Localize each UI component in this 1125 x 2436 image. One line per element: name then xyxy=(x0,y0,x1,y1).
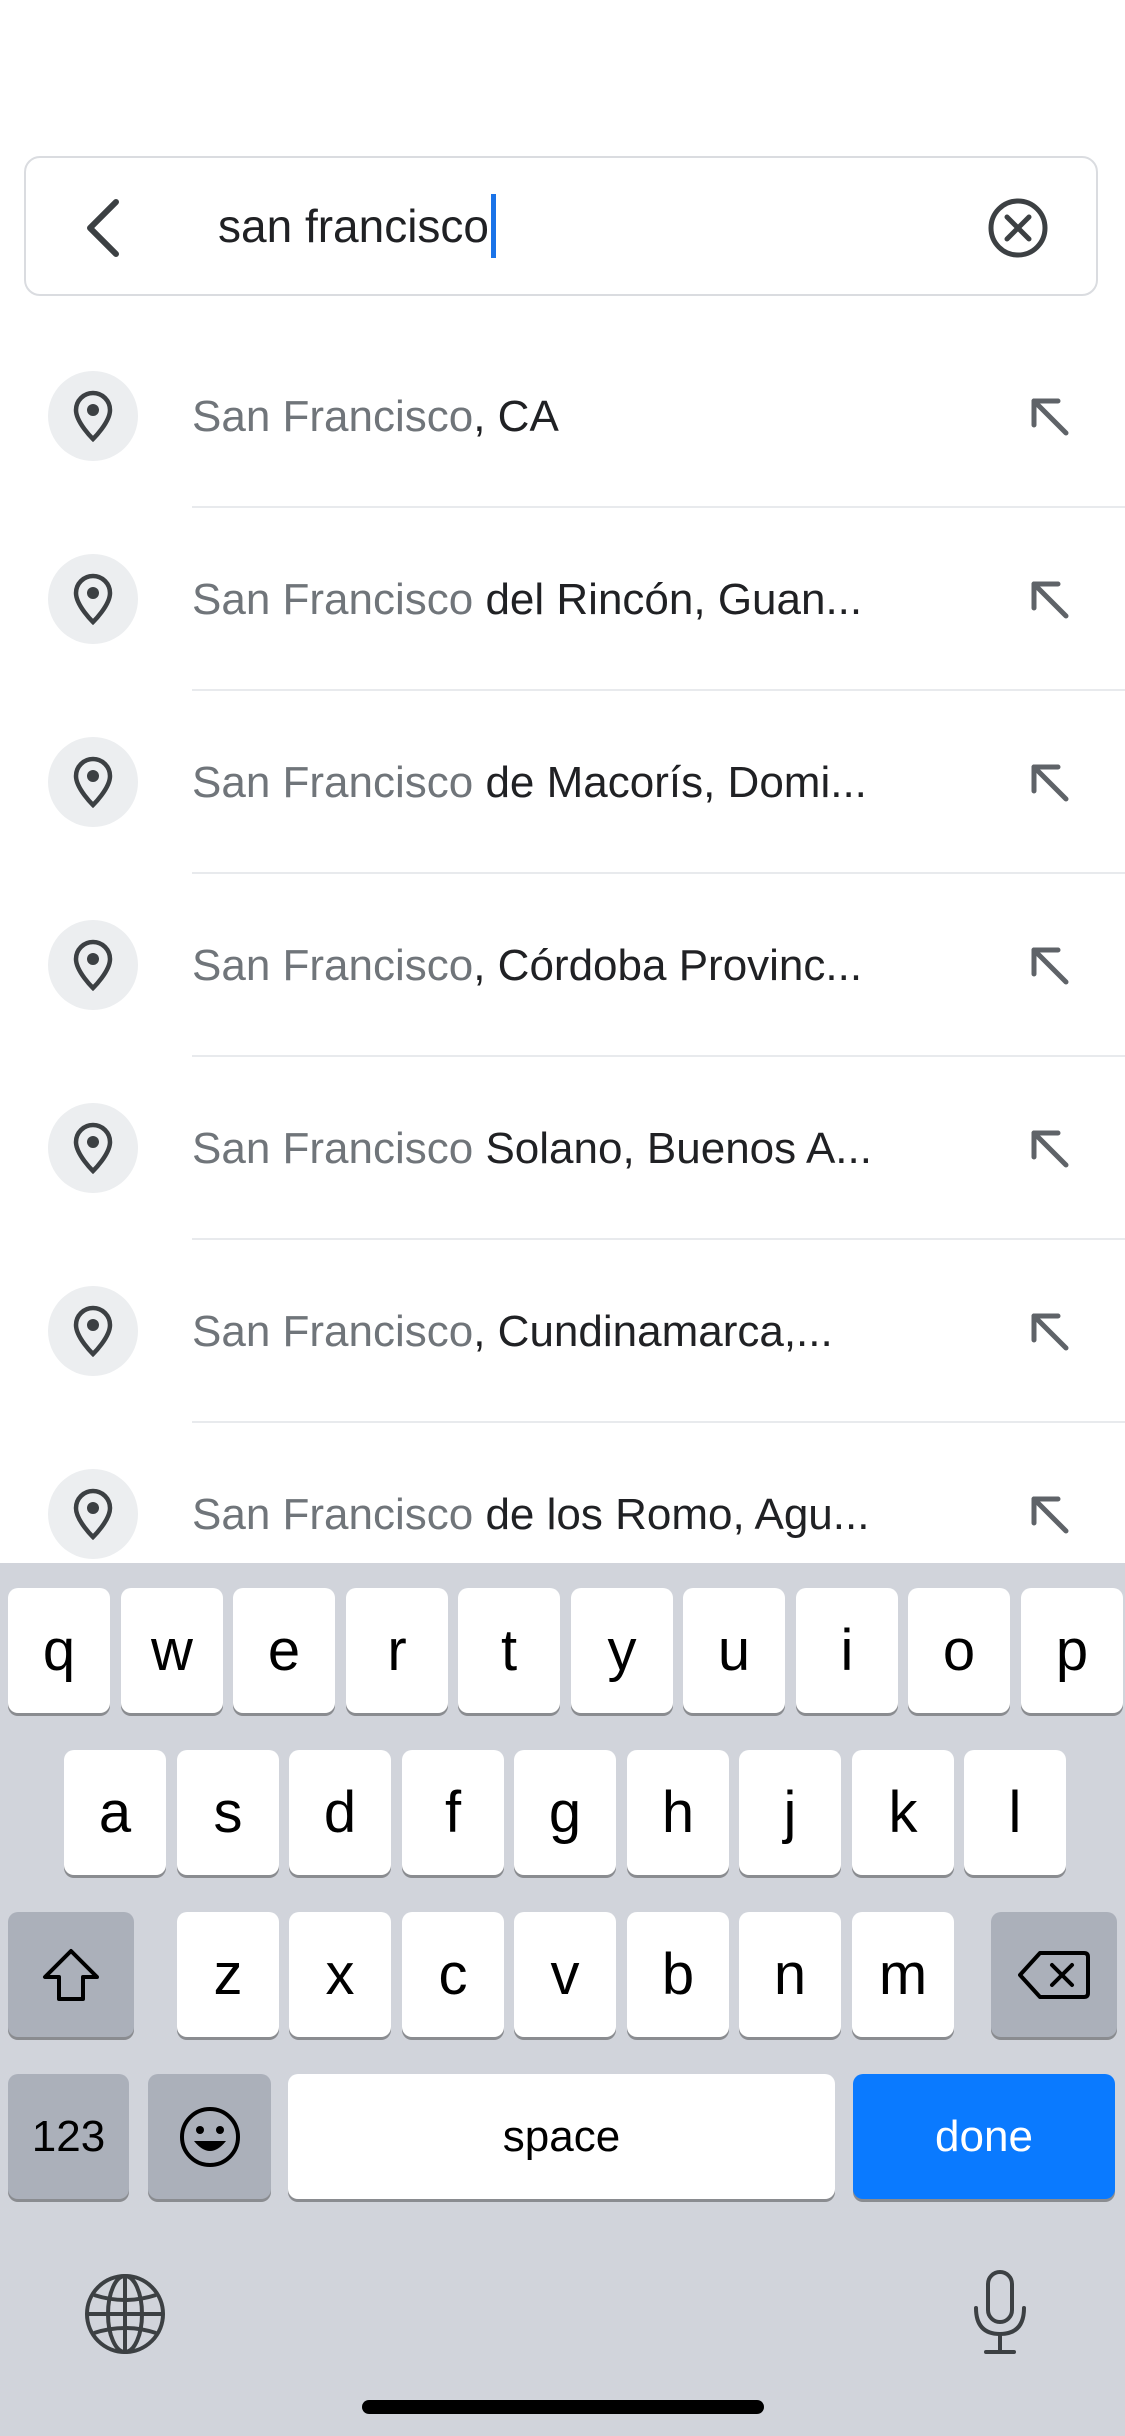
key-o[interactable]: o xyxy=(908,1588,1010,1713)
numbers-key[interactable]: 123 xyxy=(8,2074,129,2199)
fill-query-button[interactable] xyxy=(1020,753,1080,813)
key-k[interactable]: k xyxy=(852,1750,954,1875)
clear-search-button[interactable] xyxy=(986,196,1050,260)
delete-key[interactable] xyxy=(991,1912,1117,2037)
arrow-up-left-icon xyxy=(1031,1313,1069,1351)
location-pin-icon xyxy=(48,371,138,461)
location-pin-icon xyxy=(48,737,138,827)
suggestion-text: San Francisco, CA xyxy=(192,392,559,441)
key-w[interactable]: w xyxy=(121,1588,223,1713)
suggestion-text: San Francisco de Macorís, Domi... xyxy=(192,758,867,807)
key-h[interactable]: h xyxy=(627,1750,729,1875)
suggestion-text: San Francisco de los Romo, Agu... xyxy=(192,1490,870,1539)
clear-circle-icon xyxy=(988,198,1048,258)
arrow-up-left-icon xyxy=(1031,398,1069,436)
shift-key[interactable] xyxy=(8,1912,134,2037)
suggestion-item[interactable]: San Francisco de Macorís, Domi... xyxy=(0,691,1125,874)
key-t[interactable]: t xyxy=(458,1588,560,1713)
fill-query-button[interactable] xyxy=(1020,936,1080,996)
keyboard: q w e r t y u i o p a s d f g h j k l z … xyxy=(0,1563,1125,2436)
globe-button[interactable] xyxy=(80,2269,170,2359)
suggestion-item[interactable]: San Francisco del Rincón, Guan... xyxy=(0,508,1125,691)
suggestion-list: San Francisco, CA San Francisco del Rinc… xyxy=(0,325,1125,1565)
key-n[interactable]: n xyxy=(739,1912,841,2037)
key-q[interactable]: q xyxy=(8,1588,110,1713)
key-i[interactable]: i xyxy=(796,1588,898,1713)
key-v[interactable]: v xyxy=(514,1912,616,2037)
shift-icon xyxy=(43,1948,99,2001)
backspace-icon xyxy=(1018,1950,1090,1999)
fill-query-button[interactable] xyxy=(1020,1119,1080,1179)
space-key[interactable]: space xyxy=(288,2074,835,2199)
key-j[interactable]: j xyxy=(739,1750,841,1875)
arrow-up-left-icon xyxy=(1031,581,1069,619)
fill-query-button[interactable] xyxy=(1020,387,1080,447)
text-caret xyxy=(491,194,497,258)
emoji-key[interactable] xyxy=(148,2074,271,2199)
suggestion-text: San Francisco, Córdoba Provinc... xyxy=(192,941,863,990)
arrow-up-left-icon xyxy=(1031,764,1069,802)
emoji-icon xyxy=(179,2106,240,2167)
key-g[interactable]: g xyxy=(514,1750,616,1875)
suggestion-item[interactable]: San Francisco, Cundinamarca,... xyxy=(0,1240,1125,1423)
location-pin-icon xyxy=(48,920,138,1010)
key-y[interactable]: y xyxy=(571,1588,673,1713)
key-x[interactable]: x xyxy=(289,1912,391,2037)
arrow-up-left-icon xyxy=(1031,1130,1069,1168)
fill-query-button[interactable] xyxy=(1020,570,1080,630)
key-u[interactable]: u xyxy=(683,1588,785,1713)
key-s[interactable]: s xyxy=(177,1750,279,1875)
key-d[interactable]: d xyxy=(289,1750,391,1875)
key-b[interactable]: b xyxy=(627,1912,729,2037)
suggestion-item[interactable]: San Francisco, CA xyxy=(0,325,1125,508)
arrow-up-left-icon xyxy=(1031,947,1069,985)
key-m[interactable]: m xyxy=(852,1912,954,2037)
dictation-button[interactable] xyxy=(955,2263,1045,2363)
location-pin-icon xyxy=(48,1286,138,1376)
key-e[interactable]: e xyxy=(233,1588,335,1713)
suggestion-item[interactable]: San Francisco de los Romo, Agu... xyxy=(0,1423,1125,1565)
key-l[interactable]: l xyxy=(964,1750,1066,1875)
location-pin-icon xyxy=(48,1103,138,1193)
suggestion-text: San Francisco Solano, Buenos A... xyxy=(192,1124,872,1173)
arrow-up-left-icon xyxy=(1031,1496,1069,1534)
suggestion-item[interactable]: San Francisco, Córdoba Provinc... xyxy=(0,874,1125,1057)
key-f[interactable]: f xyxy=(402,1750,504,1875)
fill-query-button[interactable] xyxy=(1020,1302,1080,1362)
microphone-icon xyxy=(974,2270,1026,2354)
fill-query-button[interactable] xyxy=(1020,1485,1080,1545)
globe-icon xyxy=(85,2274,165,2354)
chevron-left-icon xyxy=(87,199,119,257)
home-indicator[interactable] xyxy=(362,2400,764,2414)
suggestion-text: San Francisco, Cundinamarca,... xyxy=(192,1307,833,1356)
done-key[interactable]: done xyxy=(853,2074,1115,2199)
key-c[interactable]: c xyxy=(402,1912,504,2037)
location-pin-icon xyxy=(48,1469,138,1559)
key-z[interactable]: z xyxy=(177,1912,279,2037)
suggestion-text: San Francisco del Rincón, Guan... xyxy=(192,575,863,624)
search-bar: san francisco xyxy=(24,156,1098,296)
key-p[interactable]: p xyxy=(1021,1588,1123,1713)
location-pin-icon xyxy=(48,554,138,644)
search-query: san francisco xyxy=(218,200,490,252)
suggestion-item[interactable]: San Francisco Solano, Buenos A... xyxy=(0,1057,1125,1240)
back-button[interactable] xyxy=(66,192,138,264)
key-r[interactable]: r xyxy=(346,1588,448,1713)
search-input[interactable]: san francisco xyxy=(218,158,497,294)
key-a[interactable]: a xyxy=(64,1750,166,1875)
